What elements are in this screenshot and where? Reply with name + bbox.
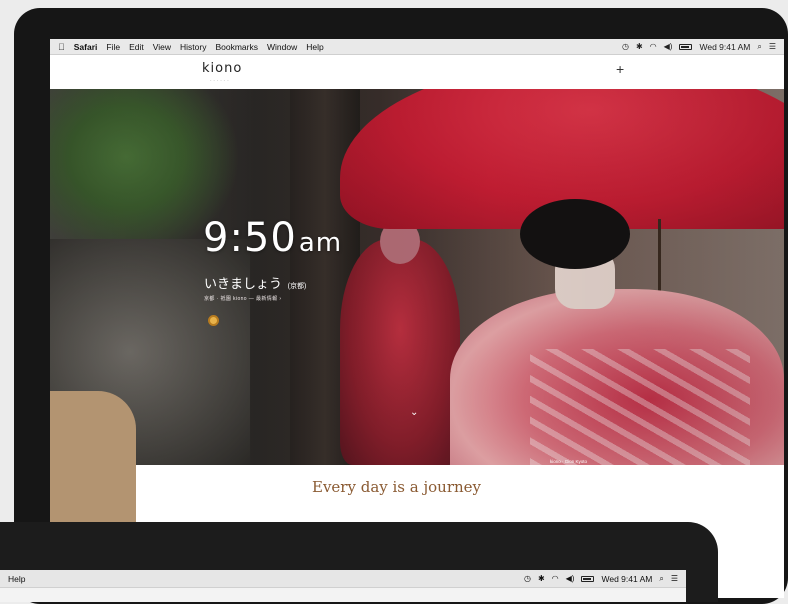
section-headline: Every day is a journey xyxy=(312,478,481,496)
laptop-spotlight-icon[interactable]: ⌕ xyxy=(659,574,663,583)
laptop-battery-icon[interactable] xyxy=(581,575,595,582)
menu-help[interactable]: Help xyxy=(306,42,323,52)
apple-icon[interactable]:  xyxy=(58,42,65,52)
spotlight-search-icon[interactable]: ⌕ xyxy=(757,42,761,51)
laptop-control-center-icon[interactable]: ☰ xyxy=(671,574,678,583)
laptop-wifi-icon[interactable]: ◠ xyxy=(552,574,559,583)
menu-clock[interactable]: Wed 9:41 AM xyxy=(699,42,750,52)
scroll-down-chevron-icon[interactable]: ⌄ xyxy=(410,407,418,418)
laptop-time-machine-icon[interactable]: ◷ xyxy=(524,574,531,583)
menu-view[interactable]: View xyxy=(153,42,171,52)
battery-icon[interactable] xyxy=(679,43,693,50)
hero-greeting-sub: (京都) xyxy=(287,283,307,290)
laptop-volume-icon[interactable]: ◀) xyxy=(566,574,575,583)
time-machine-icon[interactable]: ◷ xyxy=(622,42,629,51)
bluetooth-icon[interactable]: ✱ xyxy=(636,42,643,51)
logo-tagline-mark: - - - - - - xyxy=(210,77,230,82)
tablet-frame:  Safari File Edit View History Bookmark… xyxy=(14,8,788,604)
menu-edit[interactable]: Edit xyxy=(129,42,144,52)
hero-clock-ampm: am xyxy=(298,228,343,258)
site-header: kiono - - - - - - + xyxy=(50,55,784,89)
photo-credit: kiono · Gion Kyoto xyxy=(550,459,588,464)
laptop-menu-clock[interactable]: Wed 9:41 AM xyxy=(601,574,652,584)
plus-icon[interactable]: + xyxy=(616,61,624,77)
menu-history[interactable]: History xyxy=(180,42,206,52)
wifi-icon[interactable]: ◠ xyxy=(650,42,657,51)
laptop-menu-bar: Help ◷ ✱ ◠ ◀) Wed 9:41 AM ⌕ ☰ xyxy=(0,570,686,588)
laptop-bluetooth-icon[interactable]: ✱ xyxy=(538,574,545,583)
hero-location-link[interactable]: 京都 · 祇園 kiono — 最新情報 › xyxy=(204,295,281,302)
hero-greeting: いきましょう (京都) xyxy=(204,273,306,292)
menu-app-name[interactable]: Safari xyxy=(74,42,98,52)
hero-clock-time: 9:50 xyxy=(203,215,297,261)
control-center-icon[interactable]: ☰ xyxy=(769,42,776,51)
macos-menu-bar:  Safari File Edit View History Bookmark… xyxy=(50,39,784,55)
laptop-menu-help[interactable]: Help xyxy=(8,574,25,584)
menu-window[interactable]: Window xyxy=(267,42,297,52)
volume-icon[interactable]: ◀) xyxy=(664,42,673,51)
browser-screen:  Safari File Edit View History Bookmark… xyxy=(50,39,784,598)
site-logo[interactable]: kiono xyxy=(202,61,242,76)
hero-clock: 9:50am xyxy=(203,215,342,261)
menu-file[interactable]: File xyxy=(106,42,120,52)
hero-photo: 9:50am いきましょう (京都) 京都 · 祇園 kiono — 最新情報 … xyxy=(50,89,784,465)
weather-sun-icon[interactable] xyxy=(208,315,219,326)
menu-bookmarks[interactable]: Bookmarks xyxy=(215,42,258,52)
laptop-frame: Help ◷ ✱ ◠ ◀) Wed 9:41 AM ⌕ ☰ xyxy=(0,522,718,602)
hero-greeting-text: いきましょう xyxy=(204,276,283,291)
